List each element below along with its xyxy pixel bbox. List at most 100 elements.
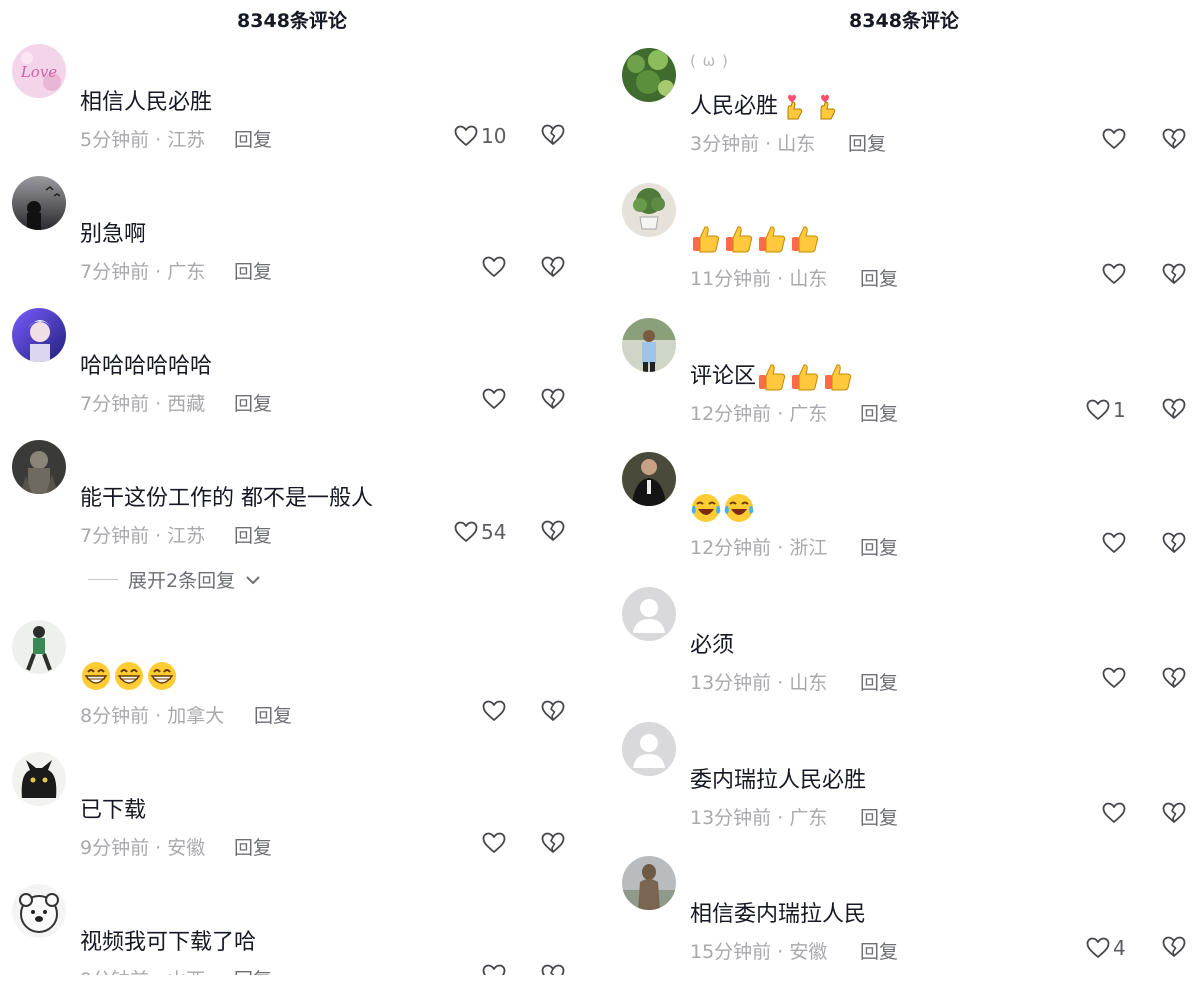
avatar[interactable]: [12, 884, 66, 938]
broken-heart-icon: [1162, 802, 1186, 824]
comment-time: 7分钟前: [80, 393, 150, 415]
heart-outline-icon: [1086, 937, 1110, 959]
comment-item: 必须 13分钟前 · 山东 回复: [604, 587, 1200, 707]
like-button[interactable]: [1102, 128, 1129, 150]
like-button[interactable]: [1102, 667, 1129, 689]
like-button[interactable]: 10: [454, 124, 506, 148]
comment-region: 山东: [789, 672, 828, 694]
avatar[interactable]: [622, 183, 676, 237]
comment-time: 8分钟前: [80, 705, 150, 727]
reply-button[interactable]: 回复: [234, 521, 272, 548]
avatar[interactable]: [622, 856, 676, 910]
reply-button[interactable]: 回复: [234, 389, 272, 416]
comment-meta: 7分钟前 · 西藏: [80, 389, 205, 416]
broken-heart-icon: [541, 124, 565, 146]
avatar[interactable]: [622, 48, 676, 102]
comment-region: 安徽: [167, 837, 206, 859]
like-button[interactable]: [1102, 802, 1129, 824]
like-button[interactable]: [482, 388, 509, 410]
reply-button[interactable]: 回复: [234, 257, 272, 284]
like-button[interactable]: 54: [454, 520, 506, 544]
comment-meta: 12分钟前 · 广东: [690, 399, 827, 426]
like-button[interactable]: [482, 700, 509, 722]
broken-heart-icon: [541, 256, 565, 278]
heart-outline-icon: [482, 256, 506, 278]
like-button[interactable]: [482, 832, 509, 854]
comment-region: 江苏: [167, 525, 206, 547]
dislike-button[interactable]: [541, 520, 565, 542]
avatar[interactable]: [12, 620, 66, 674]
avatar[interactable]: [12, 752, 66, 806]
like-button[interactable]: [1102, 263, 1129, 285]
comment-item: 相信委内瑞拉人民 15分钟前 · 安徽 回复 4: [604, 856, 1200, 976]
comment-username[interactable]: ( ω ): [690, 52, 729, 70]
dislike-button[interactable]: [1162, 936, 1186, 958]
reply-button[interactable]: 回复: [860, 668, 898, 695]
comment-text: 哈哈哈哈哈哈: [80, 354, 213, 379]
comment-meta: 12分钟前 · 浙江: [690, 533, 827, 560]
reply-button[interactable]: 回复: [860, 399, 898, 426]
broken-heart-icon: [1162, 532, 1186, 554]
dislike-button[interactable]: [1162, 128, 1186, 150]
dislike-button[interactable]: [1162, 802, 1186, 824]
thumbs-up-emoji-icon: [690, 223, 722, 255]
reply-button[interactable]: 回复: [254, 701, 292, 728]
reply-button[interactable]: 回复: [860, 937, 898, 964]
avatar[interactable]: [622, 452, 676, 506]
comment-text: 相信人民必胜: [80, 90, 213, 115]
like-button[interactable]: [1102, 532, 1129, 554]
comment-meta: 15分钟前 · 安徽: [690, 937, 827, 964]
heart-outline-icon: [1102, 667, 1126, 689]
avatar[interactable]: [12, 308, 66, 362]
avatar[interactable]: [12, 176, 66, 230]
avatar[interactable]: [12, 440, 66, 494]
comment-meta: 7分钟前 · 广东: [80, 257, 205, 284]
comment-item: 12分钟前 · 浙江 回复: [604, 452, 1200, 572]
emoji-run: [778, 91, 843, 123]
comment-region: 广东: [789, 807, 828, 829]
comment-item: 评论区 12分钟前 · 广东 回复 1: [604, 318, 1200, 438]
comment-item: 能干这份工作的 都不是一般人 7分钟前 · 江苏 回复 54: [0, 440, 596, 560]
expand-replies-label: 展开2条回复: [128, 570, 236, 592]
comment-time: 9分钟前: [80, 837, 150, 859]
dislike-button[interactable]: [541, 832, 565, 854]
comment-time: 15分钟前: [690, 941, 772, 963]
comment-text: 已下载: [80, 798, 147, 823]
reply-button[interactable]: 回复: [860, 803, 898, 830]
comment-item: 别急啊 7分钟前 · 广东 回复: [0, 176, 596, 296]
avatar[interactable]: [622, 318, 676, 372]
meta-separator: ·: [777, 672, 784, 694]
meta-separator: ·: [777, 941, 784, 963]
expand-replies-button[interactable]: 展开2条回复: [88, 566, 261, 593]
meta-separator: ·: [155, 525, 162, 547]
avatar[interactable]: [622, 722, 676, 776]
thumbs-up-emoji-icon: [723, 223, 755, 255]
dislike-button[interactable]: [1162, 667, 1186, 689]
meta-separator: ·: [765, 133, 772, 155]
dislike-button[interactable]: [541, 124, 565, 146]
comment-region: 浙江: [789, 537, 828, 559]
dislike-button[interactable]: [1162, 398, 1186, 420]
comment-meta: 13分钟前 · 山东: [690, 668, 827, 695]
comment-text: 评论区: [690, 358, 854, 393]
dislike-button[interactable]: [541, 388, 565, 410]
reply-button[interactable]: 回复: [848, 129, 886, 156]
like-button[interactable]: 1: [1086, 398, 1126, 422]
dislike-button[interactable]: [541, 256, 565, 278]
like-button[interactable]: 4: [1086, 936, 1126, 960]
grin-emoji-icon: [80, 660, 112, 692]
reply-button[interactable]: 回复: [860, 264, 898, 291]
thumbs-up-emoji-icon: [789, 223, 821, 255]
reply-button[interactable]: 回复: [860, 533, 898, 560]
reply-button[interactable]: 回复: [234, 833, 272, 860]
avatar[interactable]: Love: [12, 44, 66, 98]
like-count: 54: [481, 520, 507, 544]
comment-region: 山东: [777, 133, 816, 155]
dislike-button[interactable]: [541, 700, 565, 722]
like-button[interactable]: [482, 256, 509, 278]
meta-separator: ·: [155, 261, 162, 283]
dislike-button[interactable]: [1162, 263, 1186, 285]
dislike-button[interactable]: [1162, 532, 1186, 554]
avatar[interactable]: [622, 587, 676, 641]
reply-button[interactable]: 回复: [234, 125, 272, 152]
